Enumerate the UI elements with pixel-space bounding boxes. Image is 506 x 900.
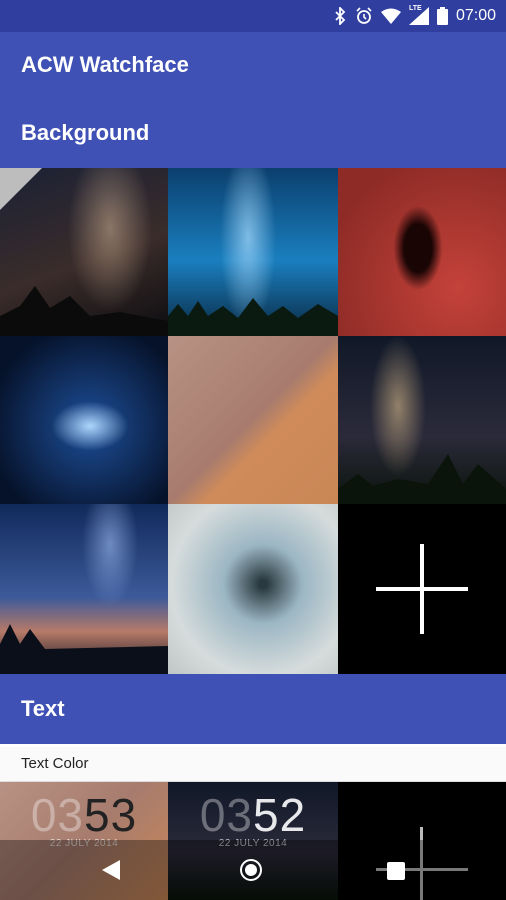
status-time: 07:00 [455, 7, 496, 24]
back-icon[interactable] [102, 860, 120, 885]
app-title: ACW Watchface [21, 52, 189, 77]
clock-preview: 0353 [0, 788, 168, 842]
background-grid [0, 168, 506, 674]
network-type-label: LTE [408, 5, 422, 12]
clock-hours: 03 [30, 789, 84, 841]
background-tile-milky-way-trees[interactable] [338, 336, 506, 504]
clock-minutes: 53 [84, 789, 138, 841]
battery-icon [436, 7, 448, 25]
plus-icon-vertical [420, 544, 424, 634]
bluetooth-icon [333, 7, 347, 25]
text-color-label: Text Color [21, 755, 89, 772]
status-bar: LTE 07:00 [0, 0, 506, 32]
clock-minutes: 52 [253, 789, 307, 841]
text-section-title: Text [21, 696, 65, 721]
background-tile-milky-way-lake[interactable] [0, 504, 168, 674]
background-tile-nebula-red[interactable] [338, 168, 506, 336]
alarm-icon [355, 7, 373, 25]
app-bar: ACW Watchface Background [0, 32, 506, 168]
background-tile-milky-way-tree[interactable] [0, 168, 168, 336]
clock-hours: 03 [199, 789, 253, 841]
trees-silhouette [338, 454, 506, 504]
navigation-bar [0, 840, 506, 900]
background-tile-boomerang-nebula[interactable] [0, 336, 168, 504]
forest-silhouette [168, 298, 338, 336]
background-tile-mars-terrain[interactable] [168, 336, 338, 504]
text-section-header: Text [0, 674, 506, 744]
add-background-button[interactable] [338, 504, 506, 674]
home-icon[interactable] [240, 859, 262, 881]
signal-icon: LTE [408, 5, 429, 25]
recents-icon[interactable] [387, 862, 405, 880]
selected-indicator [0, 168, 42, 210]
wifi-icon [380, 8, 401, 24]
lake-silhouette [0, 624, 168, 674]
background-section-title: Background [21, 120, 150, 145]
text-color-header: Text Color [0, 747, 506, 782]
clock-preview: 0352 [168, 788, 338, 842]
background-tile-milky-way-forest[interactable] [168, 168, 338, 336]
tree-silhouette [0, 286, 168, 336]
background-tile-crater-burst[interactable] [168, 504, 338, 674]
